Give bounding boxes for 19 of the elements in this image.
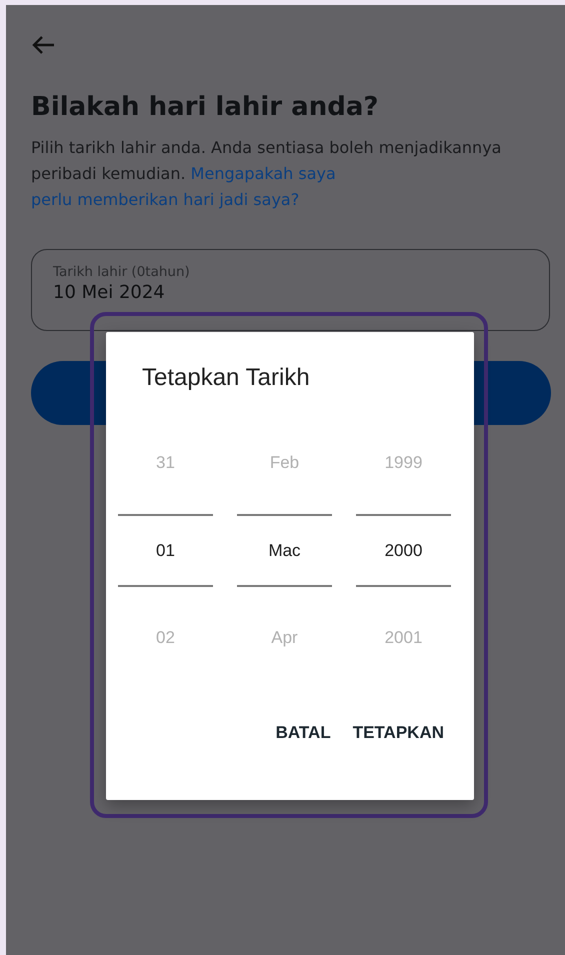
picker-option[interactable]: Feb [237, 425, 332, 501]
field-value: 10 Mei 2024 [53, 282, 166, 303]
why-birthday-link[interactable]: perlu memberikan hari jadi saya? [31, 190, 300, 209]
picker-option[interactable]: 01 [118, 514, 213, 587]
why-birthday-link[interactable]: Mengapakah saya [190, 164, 336, 183]
picker-option[interactable]: 02 [118, 587, 213, 689]
picker-option[interactable]: Mac [237, 514, 332, 587]
birthday-field[interactable]: Tarikh lahir (0tahun) 10 Mei 2024 [31, 249, 550, 331]
dialog-button[interactable]: BATAL [272, 717, 335, 749]
picker-option[interactable]: 2001 [356, 587, 451, 689]
page-title: Bilakah hari lahir anda? [31, 91, 380, 123]
dialog-title: Tetapkan Tarikh [142, 364, 310, 392]
field-label: Tarikh lahir (0tahun) [53, 264, 191, 280]
dialog-button[interactable]: TETAPKAN [348, 717, 448, 749]
description-text: Pilih tarikh lahir anda. Anda sentiasa boleh menjadikannya peribadi kemudian. Mengapakah saya perlu memberikan hari jadi saya? [31, 137, 502, 211]
picker-option[interactable]: 2000 [356, 514, 451, 587]
picker-option[interactable]: Apr [237, 587, 332, 689]
picker-option[interactable]: 31 [118, 425, 213, 501]
picker-option[interactable]: 1999 [356, 425, 451, 501]
